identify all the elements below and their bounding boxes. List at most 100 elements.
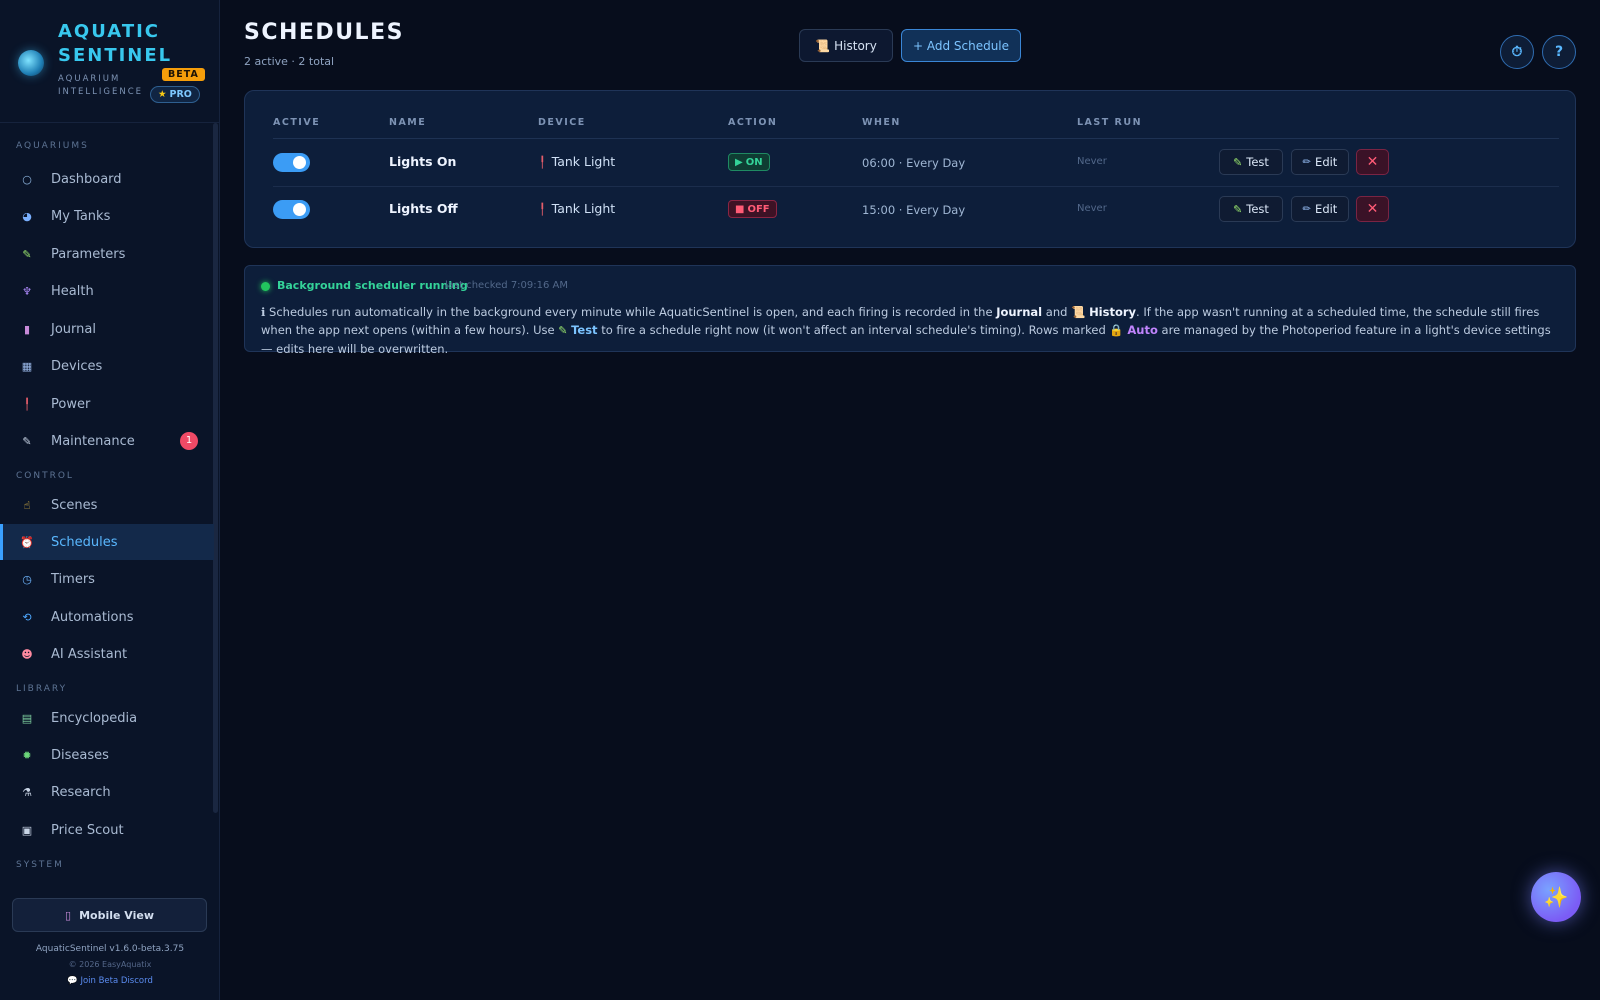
device-name: Tank Light xyxy=(551,154,616,169)
schedule-device: ╿ Tank Light xyxy=(539,154,615,169)
section-label-control: CONTROL xyxy=(16,471,74,481)
discord-link[interactable]: 💬 Join Beta Discord xyxy=(0,976,220,986)
circle-icon: ○ xyxy=(22,172,32,186)
maintenance-count-badge: 1 xyxy=(180,432,198,450)
column-header-device: DEVICE xyxy=(538,117,586,128)
discord-link-label: Join Beta Discord xyxy=(80,976,153,986)
sidebar-item-label: Price Scout xyxy=(51,822,124,838)
schedule-name: Lights Off xyxy=(389,201,458,216)
sidebar-item-timers[interactable]: ◷ Timers xyxy=(0,561,214,597)
schedule-device: ╿ Tank Light xyxy=(539,201,615,216)
sidebar-item-label: Health xyxy=(51,283,94,299)
edit-button[interactable]: ✏ Edit xyxy=(1291,149,1349,175)
info-journal: Journal xyxy=(996,305,1043,319)
add-schedule-button[interactable]: + Add Schedule xyxy=(901,29,1021,62)
sidebar-item-label: Schedules xyxy=(51,534,118,550)
edit-label: Edit xyxy=(1315,155,1338,169)
page-title: SCHEDULES xyxy=(244,20,404,45)
history-button-label: History xyxy=(834,38,877,53)
status-dot-icon xyxy=(261,282,270,291)
info-auto: Auto xyxy=(1127,323,1158,337)
schedule-when: 15:00 · Every Day xyxy=(862,203,966,217)
sidebar-item-health[interactable]: ♆ Health xyxy=(0,273,214,309)
sidebar-item-power[interactable]: ╿ Power xyxy=(0,386,214,422)
globe-icon: ◕ xyxy=(22,209,32,223)
stopwatch-icon: ⏱ xyxy=(1511,44,1523,60)
pro-badge[interactable]: ★ PRO xyxy=(150,86,200,103)
books-icon: ▤ xyxy=(21,711,33,725)
delete-button[interactable]: ✕ xyxy=(1356,196,1389,222)
action-badge-off: ■ OFF xyxy=(728,200,777,218)
plug-icon: ╿ xyxy=(539,156,546,169)
info-history: History xyxy=(1089,305,1137,319)
edit-button[interactable]: ✏ Edit xyxy=(1291,196,1349,222)
sidebar-item-label: Devices xyxy=(51,358,103,374)
info-icon: ℹ xyxy=(261,305,266,319)
sidebar-item-encyclopedia[interactable]: ▤ Encyclopedia xyxy=(0,700,214,736)
brand-name: AQUATIC SENTINEL xyxy=(58,21,173,66)
sidebar-item-my-tanks[interactable]: ◕ My Tanks xyxy=(0,198,214,234)
price-tag-icon: ▣ xyxy=(21,823,33,837)
stop-icon: ■ xyxy=(735,203,745,215)
device-name: Tank Light xyxy=(551,201,616,216)
sidebar-item-label: Parameters xyxy=(51,246,126,262)
beta-badge: BETA xyxy=(162,68,205,81)
copyright-text: © 2026 EasyAquatix xyxy=(68,960,152,969)
sidebar: AQUATIC SENTINEL AQUARIUM INTELLIGENCE B… xyxy=(0,0,220,1000)
sidebar-item-automations[interactable]: ⟲ Automations xyxy=(0,599,214,635)
column-header-last-run: LAST RUN xyxy=(1077,117,1143,128)
edit-label: Edit xyxy=(1315,202,1338,216)
star-icon: ★ xyxy=(158,89,167,100)
schedule-last-run: Never xyxy=(1077,156,1107,167)
version-text: AquaticSentinel v1.6.0-beta.3.75 xyxy=(35,944,185,954)
sidebar-item-label: AI Assistant xyxy=(51,646,128,662)
notebook-icon: ▮ xyxy=(23,322,31,336)
test-button[interactable]: ✎ Test xyxy=(1219,196,1283,222)
lock-icon: 🔒 xyxy=(1109,323,1124,337)
sidebar-item-ai-assistant[interactable]: ☻ AI Assistant xyxy=(0,636,214,672)
sidebar-item-maintenance[interactable]: ✎ Maintenance 1 xyxy=(0,423,214,459)
sidebar-item-research[interactable]: ⚗ Research xyxy=(0,774,214,810)
section-label-system: SYSTEM xyxy=(16,860,64,870)
info-part-1: Schedules run automatically in the backg… xyxy=(269,305,993,319)
sidebar-item-scenes[interactable]: ☝ Scenes xyxy=(0,487,214,523)
sidebar-item-label: Diseases xyxy=(51,747,109,763)
active-toggle[interactable] xyxy=(273,200,310,219)
schedule-when: 06:00 · Every Day xyxy=(862,156,966,170)
sidebar-item-diseases[interactable]: ✹ Diseases xyxy=(0,737,214,773)
scheduler-status-text: Background scheduler running xyxy=(277,279,468,292)
pro-label: PRO xyxy=(169,89,192,100)
delete-button[interactable]: ✕ xyxy=(1356,149,1389,175)
sidebar-item-label: Maintenance xyxy=(51,433,135,449)
pencil-icon: ✎ xyxy=(1233,202,1243,216)
sidebar-item-journal[interactable]: ▮ Journal xyxy=(0,311,214,347)
column-header-active: ACTIVE xyxy=(273,117,321,128)
help-button[interactable]: ? xyxy=(1542,35,1576,69)
timer-button[interactable]: ⏱ xyxy=(1500,35,1534,69)
play-icon: ▶ xyxy=(735,156,743,168)
microscope-icon: ⚗ xyxy=(22,785,32,799)
phone-icon: ▯ xyxy=(65,908,72,922)
scheduler-info-text: ℹ Schedules run automatically in the bac… xyxy=(261,303,1561,358)
sidebar-item-label: Power xyxy=(51,396,91,412)
mobile-view-button[interactable]: ▯ Mobile View xyxy=(12,898,207,932)
scroll-icon: 📜 xyxy=(815,38,831,53)
wrench-icon: ✎ xyxy=(22,434,32,448)
test-label: Test xyxy=(1246,202,1269,216)
history-button[interactable]: 📜 History xyxy=(799,29,893,62)
sidebar-item-schedules[interactable]: ⏰ Schedules xyxy=(0,524,214,560)
test-button[interactable]: ✎ Test xyxy=(1219,149,1283,175)
active-toggle[interactable] xyxy=(273,153,310,172)
sidebar-item-dashboard[interactable]: ○ Dashboard xyxy=(0,161,214,197)
alarm-clock-icon: ⏰ xyxy=(20,535,34,549)
pencil-icon: ✎ xyxy=(558,324,568,337)
sidebar-item-price-scout[interactable]: ▣ Price Scout xyxy=(0,812,214,848)
brand-header: AQUATIC SENTINEL AQUARIUM INTELLIGENCE B… xyxy=(0,0,219,123)
test-tube-icon: ✎ xyxy=(22,247,32,261)
sidebar-item-devices[interactable]: ▦ Devices xyxy=(0,348,214,384)
ai-assistant-fab-button[interactable]: ✨ xyxy=(1531,872,1581,922)
microbe-icon: ✹ xyxy=(22,748,32,762)
brand-subtitle: AQUARIUM INTELLIGENCE xyxy=(58,74,144,97)
sidebar-item-parameters[interactable]: ✎ Parameters xyxy=(0,236,214,272)
table-row: Lights Off ╿ Tank Light ■ OFF 15:00 · Ever… xyxy=(245,186,1577,233)
